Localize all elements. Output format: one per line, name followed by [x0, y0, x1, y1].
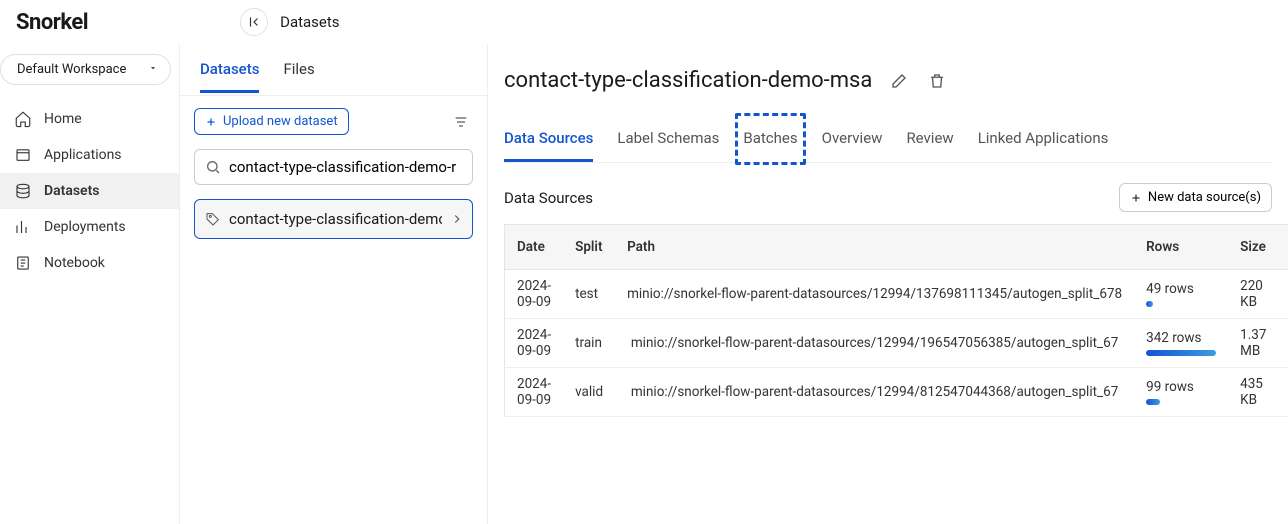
col-size: Size — [1228, 225, 1278, 270]
subtab-review[interactable]: Review — [906, 119, 953, 162]
cell-rows: 99 rows — [1134, 368, 1228, 417]
table-row: 2024-09-09 valid minio://snorkel-flow-pa… — [505, 368, 1288, 417]
upload-dataset-button[interactable]: Upload new dataset — [194, 108, 349, 135]
sidebar-item-home[interactable]: Home — [0, 101, 179, 137]
search-input[interactable] — [229, 158, 462, 176]
cell-path: minio://snorkel-flow-parent-datasources/… — [615, 368, 1134, 417]
chevron-right-icon — [450, 212, 464, 226]
cell-split: valid — [563, 368, 615, 417]
edit-icon — [890, 72, 908, 90]
dataset-list-item[interactable]: contact-type-classification-demo — [194, 199, 473, 239]
cell-size: 1.37 MB — [1228, 319, 1278, 368]
main-content: contact-type-classification-demo-msa Dat… — [488, 44, 1288, 524]
deployments-icon — [14, 218, 32, 236]
sidebar-item-label: Applications — [44, 147, 122, 163]
cell-date: 2024-09-09 — [505, 368, 564, 417]
applications-icon — [14, 146, 32, 164]
cell-size: 220 KB — [1228, 270, 1278, 319]
subtab-overview[interactable]: Overview — [822, 119, 883, 162]
cell-split: test — [563, 270, 615, 319]
dataset-item-label: contact-type-classification-demo — [229, 210, 442, 228]
workspace-label: Default Workspace — [17, 62, 126, 77]
filter-icon — [453, 114, 469, 130]
plus-icon — [1130, 192, 1142, 204]
cell-rows: 49 rows — [1134, 270, 1228, 319]
caret-down-icon — [148, 62, 158, 77]
tab-files[interactable]: Files — [283, 46, 314, 93]
search-box[interactable] — [194, 149, 473, 185]
data-sources-table: Date Split Path Rows Size Preview 2024-0… — [504, 224, 1288, 417]
dataset-title: contact-type-classification-demo-msa — [504, 68, 872, 93]
col-path: Path — [615, 225, 1134, 270]
page-title: Datasets — [280, 13, 339, 31]
cell-size: 435 KB — [1228, 368, 1278, 417]
upload-dataset-label: Upload new dataset — [223, 114, 338, 129]
sidebar-item-label: Deployments — [44, 219, 126, 235]
sidebar-item-applications[interactable]: Applications — [0, 137, 179, 173]
subtab-batches[interactable]: Batches — [743, 119, 797, 162]
table-row: 2024-09-09 train minio://snorkel-flow-pa… — [505, 319, 1288, 368]
col-preview: Preview — [1278, 225, 1288, 270]
subtab-label-schemas[interactable]: Label Schemas — [617, 119, 719, 162]
plus-icon — [205, 116, 217, 128]
tag-icon — [205, 211, 221, 227]
notebook-icon — [14, 254, 32, 272]
trash-icon — [928, 72, 946, 90]
cell-rows: 342 rows — [1134, 319, 1228, 368]
brand-logo: Snorkel — [16, 10, 88, 35]
sidebar-item-label: Notebook — [44, 255, 105, 271]
col-split: Split — [563, 225, 615, 270]
sidebar-item-datasets[interactable]: Datasets — [0, 173, 179, 209]
sidebar-item-label: Datasets — [44, 183, 100, 199]
sidebar-item-notebook[interactable]: Notebook — [0, 245, 179, 281]
sidebar-item-deployments[interactable]: Deployments — [0, 209, 179, 245]
sidebar: Default Workspace Home Applications Data… — [0, 44, 180, 524]
table-row: 2024-09-09 test minio://snorkel-flow-par… — [505, 270, 1288, 319]
col-rows: Rows — [1134, 225, 1228, 270]
subtab-data-sources[interactable]: Data Sources — [504, 119, 593, 162]
cell-date: 2024-09-09 — [505, 319, 564, 368]
delete-button[interactable] — [926, 70, 948, 92]
collapse-sidebar-button[interactable] — [240, 8, 268, 36]
home-icon — [14, 110, 32, 128]
dataset-list-panel: Datasets Files Upload new dataset contac… — [180, 44, 488, 524]
search-icon — [205, 159, 221, 175]
sidebar-item-label: Home — [44, 111, 82, 127]
new-data-source-label: New data source(s) — [1148, 190, 1261, 205]
cell-split: train — [563, 319, 615, 368]
filter-button[interactable] — [449, 110, 473, 134]
cell-path: minio://snorkel-flow-parent-datasources/… — [615, 319, 1134, 368]
subtab-linked-applications[interactable]: Linked Applications — [978, 119, 1109, 162]
col-date: Date — [505, 225, 564, 270]
new-data-source-button[interactable]: New data source(s) — [1119, 183, 1272, 212]
workspace-selector[interactable]: Default Workspace — [0, 54, 171, 85]
cell-date: 2024-09-09 — [505, 270, 564, 319]
edit-button[interactable] — [888, 70, 910, 92]
section-title: Data Sources — [504, 189, 593, 207]
cell-path: minio://snorkel-flow-parent-datasources/… — [615, 270, 1134, 319]
datasets-icon — [14, 182, 32, 200]
tab-datasets[interactable]: Datasets — [200, 46, 259, 93]
